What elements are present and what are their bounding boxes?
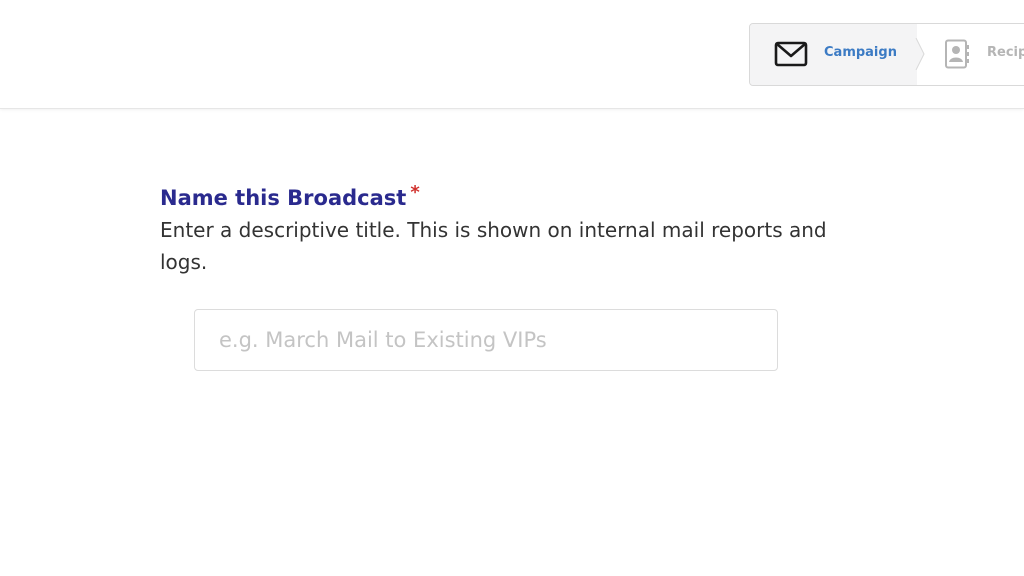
wizard-stepper: Campaign Recip — [749, 23, 1024, 86]
broadcast-name-form: Name this Broadcast * Enter a descriptive… — [160, 182, 860, 278]
required-mark: * — [410, 182, 420, 203]
contact-book-icon — [943, 39, 971, 69]
broadcast-name-input[interactable] — [194, 309, 778, 371]
envelope-icon — [774, 41, 808, 67]
top-header: Campaign Recip — [0, 0, 1024, 109]
step-recipients-label: Recip — [987, 45, 1024, 60]
field-label: Name this Broadcast — [160, 186, 407, 210]
step-recipients[interactable]: Recip — [917, 24, 1024, 85]
step-separator-chevron-icon — [908, 37, 932, 71]
field-help-text: Enter a descriptive title. This is shown… — [160, 218, 827, 274]
step-campaign-label: Campaign — [824, 45, 897, 60]
step-campaign[interactable]: Campaign — [750, 24, 916, 85]
